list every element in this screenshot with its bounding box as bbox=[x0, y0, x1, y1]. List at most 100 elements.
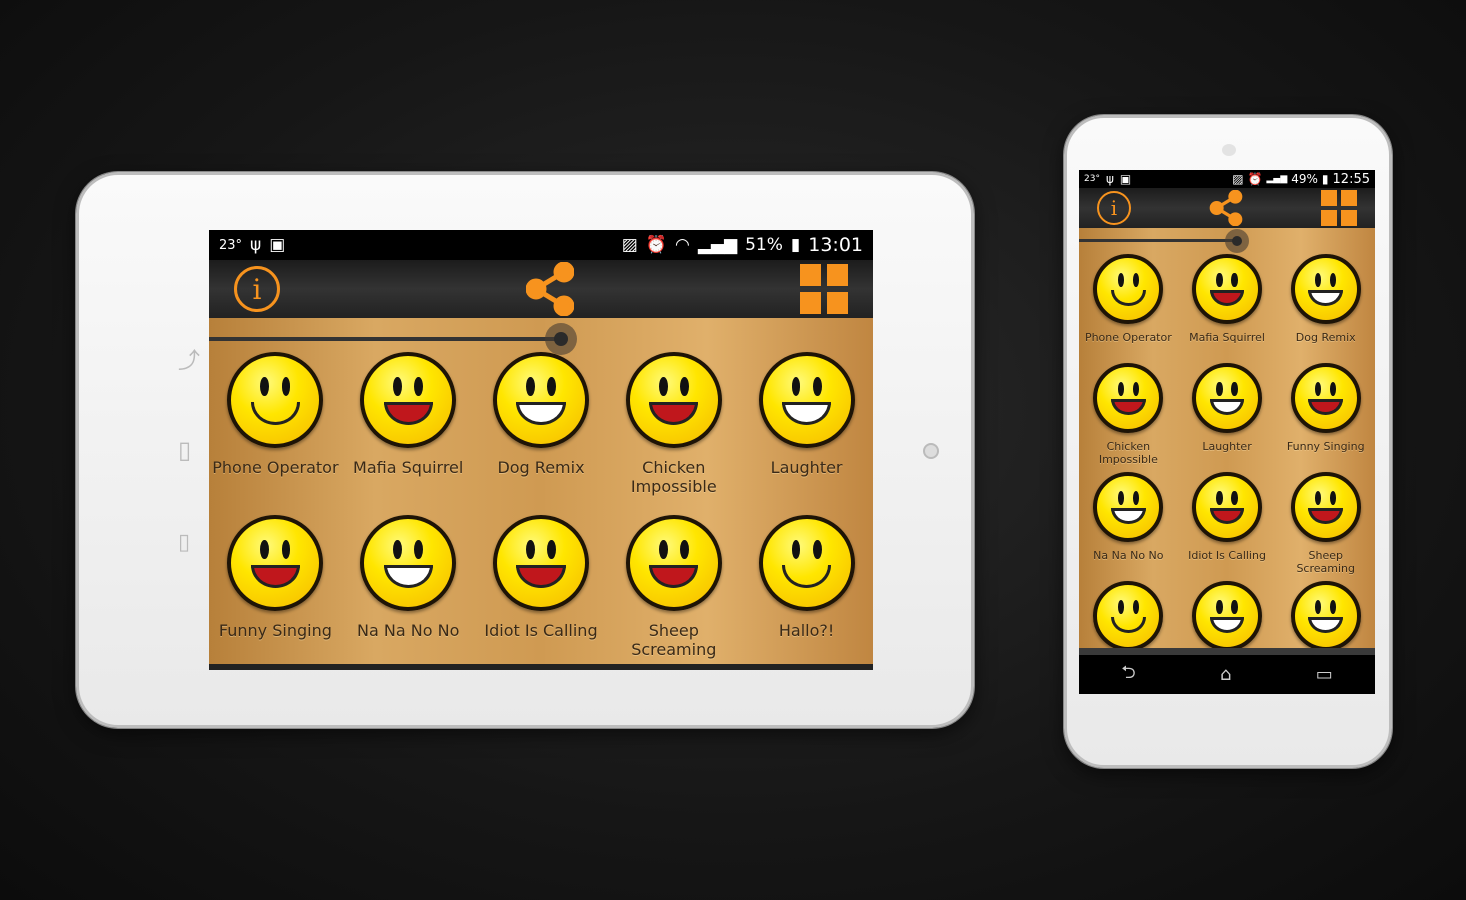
sound-item[interactable]: Laughter bbox=[1178, 363, 1277, 453]
smiley-icon bbox=[1290, 363, 1361, 433]
sound-label: Phone Operator bbox=[212, 457, 339, 477]
sound-item[interactable]: Funny Singing bbox=[1276, 363, 1375, 453]
sound-item[interactable]: Funny Singing bbox=[209, 515, 342, 640]
smiley-icon bbox=[625, 515, 722, 611]
sound-label: Dog Remix bbox=[1295, 331, 1356, 344]
smiley-icon bbox=[1093, 254, 1164, 324]
sound-item[interactable] bbox=[1178, 581, 1277, 648]
temperature: 23° bbox=[219, 237, 243, 253]
share-button[interactable] bbox=[526, 262, 574, 316]
temperature: 23° bbox=[1084, 174, 1100, 184]
sound-label: Mafia Squirrel bbox=[1189, 331, 1265, 344]
sound-item[interactable]: Mafia Squirrel bbox=[1178, 254, 1277, 344]
grid-view-button[interactable] bbox=[1321, 190, 1357, 226]
volume-slider-thumb[interactable] bbox=[545, 323, 577, 355]
sound-label: Idiot Is Calling bbox=[1188, 549, 1266, 562]
battery-icon: ▮ bbox=[1321, 172, 1329, 186]
info-icon: i bbox=[252, 272, 262, 306]
smiley-icon bbox=[625, 352, 722, 448]
volume-slider-track[interactable] bbox=[1079, 239, 1237, 242]
battery-percent: 51% bbox=[745, 235, 783, 255]
smiley-icon bbox=[1290, 581, 1361, 648]
smiley-icon bbox=[758, 515, 855, 611]
phone-screen: 23° ψ ▣ ▨ ⏰ ▂▄▆ 49% ▮ 12:55 i Phone Operator Maf… bbox=[1079, 170, 1375, 694]
sound-label: Hallo?! bbox=[778, 620, 835, 640]
info-button[interactable]: i bbox=[234, 266, 280, 312]
vibrate-icon: ▨ bbox=[1232, 172, 1244, 186]
grid-view-button[interactable] bbox=[800, 264, 848, 314]
sound-item[interactable]: Hallo?! bbox=[740, 515, 873, 640]
sound-item[interactable]: Na Na No No bbox=[1079, 472, 1178, 562]
info-icon: i bbox=[1110, 196, 1118, 220]
sound-label: Idiot Is Calling bbox=[484, 620, 598, 640]
smiley-icon bbox=[1290, 472, 1361, 542]
status-bar: 23° ψ ▣ ▨ ⏰ ▂▄▆ 49% ▮ 12:55 bbox=[1079, 170, 1375, 188]
smiley-icon bbox=[758, 352, 855, 448]
sound-label: Na Na No No bbox=[357, 620, 460, 640]
sound-item[interactable]: Chicken Impossible bbox=[1079, 363, 1178, 466]
volume-slider-thumb[interactable] bbox=[1225, 229, 1249, 253]
sound-item[interactable] bbox=[1079, 581, 1178, 648]
smiley-icon bbox=[360, 352, 457, 448]
smiley-icon bbox=[1093, 581, 1164, 648]
sound-item[interactable]: Mafia Squirrel bbox=[342, 352, 475, 477]
alarm-icon: ⏰ bbox=[645, 235, 667, 255]
sound-item[interactable]: Idiot Is Calling bbox=[1178, 472, 1277, 562]
smiley-icon bbox=[1192, 472, 1263, 542]
sound-grid: Phone Operator Mafia Squirrel Dog Remix Chi… bbox=[1079, 228, 1375, 648]
navigation-bar: ⮌ ⌂ ▭ bbox=[1079, 655, 1375, 694]
tablet-screen: 23° ψ ▣ ▨ ⏰ ◠ ▂▄▆ 51% ▮ 13:01 i Phone Operator Ma… bbox=[209, 230, 873, 670]
sound-label: Laughter bbox=[1202, 440, 1252, 453]
sound-item[interactable]: Na Na No No bbox=[342, 515, 475, 640]
back-icon[interactable]: ⮌ bbox=[1121, 660, 1135, 690]
signal-icon: ▂▄▆ bbox=[1266, 174, 1288, 184]
wifi-icon: ◠ bbox=[675, 235, 690, 255]
smiley-icon bbox=[1192, 254, 1263, 324]
alarm-icon: ⏰ bbox=[1247, 172, 1263, 186]
volume-slider-track[interactable] bbox=[209, 337, 562, 341]
clock: 12:55 bbox=[1332, 171, 1370, 187]
battery-icon: ▮ bbox=[790, 235, 801, 255]
rotate-icon: ⤴ bbox=[178, 349, 201, 374]
toolbar: i bbox=[1079, 188, 1375, 228]
sound-item[interactable] bbox=[1276, 581, 1375, 648]
smiley-icon bbox=[492, 515, 589, 611]
android-icon: ▣ bbox=[1119, 172, 1132, 186]
recents-icon[interactable]: ▭ bbox=[1316, 664, 1333, 685]
info-button[interactable]: i bbox=[1097, 191, 1131, 225]
smiley-icon bbox=[492, 352, 589, 448]
sound-item[interactable]: Dog Remix bbox=[475, 352, 608, 477]
bottom-bar bbox=[1079, 648, 1375, 655]
tablet-icon: ▯ bbox=[178, 436, 192, 464]
sound-item[interactable]: Phone Operator bbox=[209, 352, 342, 477]
phone-icon: ▯ bbox=[178, 530, 191, 555]
sound-label: Sheep Screaming bbox=[631, 620, 717, 659]
sound-label: Dog Remix bbox=[497, 457, 585, 477]
sound-item[interactable]: Laughter bbox=[740, 352, 873, 477]
sound-label: Na Na No No bbox=[1093, 549, 1164, 562]
sound-item[interactable]: Chicken Impossible bbox=[607, 352, 740, 496]
sound-item[interactable]: Dog Remix bbox=[1276, 254, 1375, 344]
smiley-icon bbox=[227, 352, 324, 448]
smiley-icon bbox=[1093, 363, 1164, 433]
sound-item[interactable]: Phone Operator bbox=[1079, 254, 1178, 344]
sound-label: Funny Singing bbox=[218, 620, 332, 640]
home-icon[interactable]: ⌂ bbox=[1220, 664, 1231, 685]
vibrate-icon: ▨ bbox=[621, 235, 638, 255]
sound-item[interactable]: Sheep Screaming bbox=[607, 515, 740, 659]
sound-item[interactable]: Idiot Is Calling bbox=[475, 515, 608, 640]
smiley-icon bbox=[1192, 581, 1263, 648]
sound-label: Sheep Screaming bbox=[1296, 549, 1355, 576]
share-button[interactable] bbox=[1208, 190, 1244, 226]
sound-label: Laughter bbox=[770, 457, 843, 477]
smiley-icon bbox=[1290, 254, 1361, 324]
smiley-icon bbox=[227, 515, 324, 611]
clock: 13:01 bbox=[808, 234, 863, 256]
sound-item[interactable]: Sheep Screaming bbox=[1276, 472, 1375, 575]
usb-icon: ψ bbox=[250, 235, 262, 255]
status-bar: 23° ψ ▣ ▨ ⏰ ◠ ▂▄▆ 51% ▮ 13:01 bbox=[209, 230, 873, 260]
camera bbox=[923, 443, 939, 459]
battery-percent: 49% bbox=[1291, 172, 1318, 186]
sound-label: Funny Singing bbox=[1286, 440, 1365, 453]
android-icon: ▣ bbox=[269, 235, 286, 255]
